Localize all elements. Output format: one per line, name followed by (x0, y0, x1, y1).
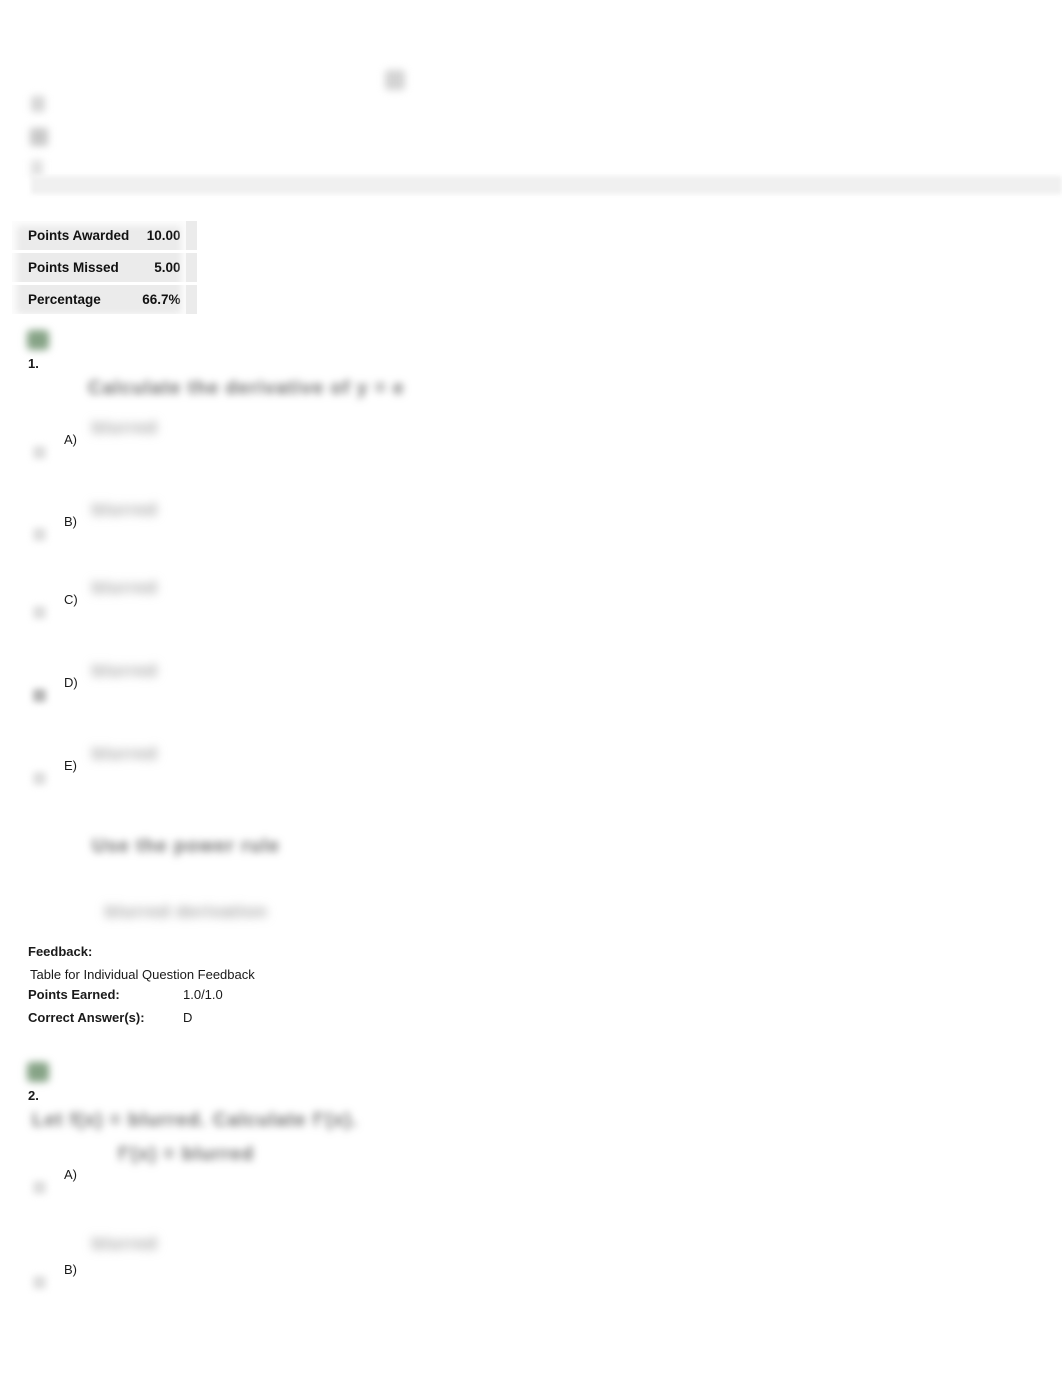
header-divider (31, 176, 1062, 194)
table-row: Percentage 66.7% (12, 283, 197, 314)
option-letter-c: C) (64, 592, 78, 607)
points-missed-value: 5.00 (138, 251, 197, 285)
correct-check-icon (27, 1062, 49, 1082)
question-stem-continued: f'(x) = blurred (118, 1144, 255, 1165)
points-missed-label: Points Missed (12, 251, 139, 285)
radio-option-e[interactable] (33, 772, 46, 785)
table-row: Points Awarded 10.00 (12, 221, 197, 253)
score-summary-table: Points Awarded 10.00 Points Missed 5.00 … (12, 221, 197, 314)
question-stem: Calculate the derivative of y = e (88, 378, 405, 399)
header-mark-3 (31, 160, 43, 176)
option-formula-e: blurred (92, 744, 158, 763)
option-formula-b: blurred (92, 1234, 158, 1253)
points-awarded-label: Points Awarded (12, 221, 139, 253)
option-letter-b: B) (64, 514, 77, 529)
points-earned-key: Points Earned: (28, 987, 120, 1002)
feedback-table-caption: Table for Individual Question Feedback (30, 967, 255, 982)
solution-line-1: Use the power rule (92, 836, 280, 857)
radio-option-d[interactable] (33, 689, 46, 702)
option-letter-a: A) (64, 432, 77, 447)
table-row: Points Missed 5.00 (12, 251, 197, 285)
percentage-value: 66.7% (142, 292, 181, 307)
option-formula-d: blurred (92, 661, 158, 680)
radio-option-a[interactable] (33, 446, 46, 459)
option-letter-d: D) (64, 675, 78, 690)
header-mark-1 (31, 96, 45, 112)
page-header (0, 0, 1062, 200)
correct-check-icon (27, 330, 49, 350)
feedback-label: Feedback: (28, 944, 93, 959)
option-letter-a: A) (64, 1167, 77, 1182)
question-stem: Let f(x) = blurred. Calculate f'(x). (32, 1110, 359, 1131)
radio-option-b[interactable] (33, 528, 46, 541)
header-mark-2 (30, 128, 48, 146)
option-letter-e: E) (64, 758, 77, 773)
points-awarded-value: 10.00 (138, 221, 197, 253)
option-formula-b: blurred (92, 500, 158, 519)
header-blurred-icon (385, 70, 405, 90)
question-number: 1. (28, 356, 39, 371)
correct-answer-row: Correct Answer(s): D (28, 1010, 628, 1025)
points-earned-row: Points Earned: 1.0/1.0 (28, 987, 628, 1002)
question-number: 2. (28, 1088, 39, 1103)
radio-option-c[interactable] (33, 606, 46, 619)
correct-answer-value: D (183, 1010, 193, 1025)
option-letter-b: B) (64, 1262, 77, 1277)
percentage-label: Percentage (28, 292, 101, 307)
option-formula-a: blurred (92, 418, 158, 437)
points-earned-value: 1.0/1.0 (183, 987, 223, 1002)
radio-option-b[interactable] (33, 1276, 46, 1289)
option-formula-c: blurred (92, 578, 158, 597)
radio-option-a[interactable] (33, 1181, 46, 1194)
correct-answer-key: Correct Answer(s): (28, 1010, 145, 1025)
solution-line-2: blurred derivation (105, 902, 268, 921)
